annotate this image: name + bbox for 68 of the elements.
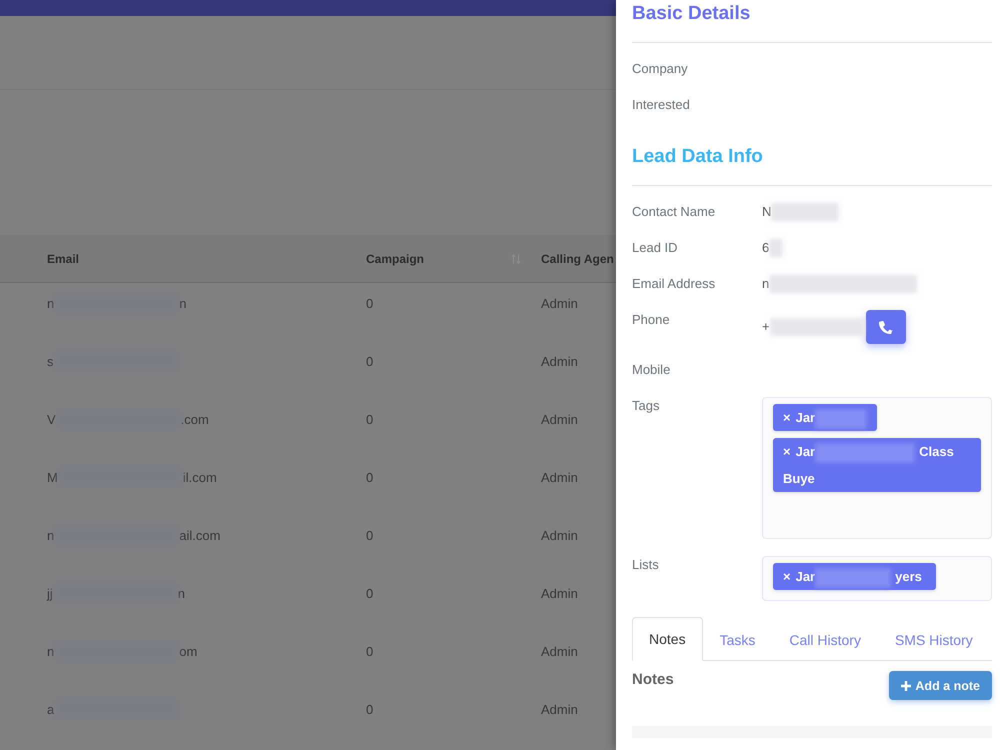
table-cell: Admin bbox=[541, 702, 578, 716]
table-cell: Admin bbox=[541, 296, 578, 310]
field-value: 6 bbox=[762, 239, 770, 257]
table-cell: 0 bbox=[366, 528, 374, 542]
email-text: om bbox=[179, 644, 198, 658]
remove-button[interactable]: × bbox=[783, 410, 791, 425]
section-heading: Basic Details bbox=[632, 2, 750, 26]
field-value: N bbox=[762, 203, 772, 221]
tag-input-field[interactable]: × Jar × Jar Class Buye bbox=[762, 397, 992, 539]
tag-text: Jar bbox=[796, 569, 816, 584]
field-label: Lists bbox=[632, 556, 659, 574]
email-text: n bbox=[47, 644, 54, 658]
table-cell: 0 bbox=[366, 354, 374, 368]
remove-button[interactable]: × bbox=[783, 569, 791, 584]
tag-text: yers bbox=[895, 568, 922, 586]
tab[interactable]: Tasks bbox=[702, 617, 772, 661]
tab[interactable]: Call History bbox=[772, 617, 878, 661]
column-header: Email bbox=[47, 252, 80, 266]
field-value: + bbox=[762, 318, 770, 336]
table-cell: 0 bbox=[366, 644, 374, 658]
email-text: n bbox=[178, 586, 186, 600]
tab[interactable]: Notes bbox=[632, 617, 703, 661]
table-cell: 0 bbox=[366, 296, 374, 310]
email-text: a bbox=[47, 702, 54, 716]
add-note-button[interactable]: Add a note bbox=[889, 671, 992, 700]
notes-heading: Notes bbox=[632, 671, 674, 689]
field-label: Phone bbox=[632, 311, 670, 329]
tag-text: Class bbox=[919, 443, 954, 461]
tag-text: Jar bbox=[796, 444, 816, 459]
table-cell: 0 bbox=[366, 702, 374, 716]
field-value: n bbox=[762, 275, 770, 293]
table-cell: Admin bbox=[541, 412, 578, 426]
field-label: Tags bbox=[632, 397, 660, 415]
table-cell: 0 bbox=[366, 412, 374, 426]
email-text: n bbox=[47, 296, 54, 310]
table-cell: 0 bbox=[366, 470, 374, 484]
table-cell: Admin bbox=[541, 528, 578, 542]
field-label: Lead ID bbox=[632, 239, 678, 257]
email-text: .com bbox=[180, 412, 209, 426]
plus-icon bbox=[901, 680, 912, 690]
field-label: Mobile bbox=[632, 361, 670, 379]
field-label: Email Address bbox=[632, 275, 716, 293]
column-header: Calling Agen bbox=[541, 252, 614, 266]
call-button[interactable] bbox=[866, 310, 906, 344]
field-label: Interested bbox=[632, 96, 690, 114]
phone-icon bbox=[878, 320, 893, 334]
table-cell: 0 bbox=[366, 586, 374, 600]
tag-text: Buye bbox=[783, 470, 815, 488]
tag-input-field[interactable]: × Jar yers bbox=[762, 556, 992, 601]
remove-button[interactable]: × bbox=[783, 444, 791, 459]
email-text: n bbox=[47, 528, 54, 542]
email-text: n bbox=[179, 296, 186, 310]
table-cell: Admin bbox=[541, 644, 578, 658]
table-cell: Admin bbox=[541, 470, 578, 484]
email-text: il.com bbox=[182, 470, 217, 484]
column-header: Campaign bbox=[366, 252, 424, 266]
table-cell: Admin bbox=[541, 354, 578, 368]
tab[interactable]: SMS History bbox=[878, 617, 990, 661]
email-text: jj bbox=[47, 586, 53, 600]
tag-text: Jar bbox=[796, 410, 816, 425]
email-text: ail.com bbox=[179, 528, 220, 542]
field-label: Company bbox=[632, 60, 688, 78]
field-label: Contact Name bbox=[632, 203, 716, 221]
email-text: s bbox=[47, 354, 54, 368]
section-heading: Lead Data Info bbox=[632, 145, 763, 169]
table-cell: Admin bbox=[541, 586, 578, 600]
email-text: V bbox=[47, 412, 56, 426]
email-text: M bbox=[47, 470, 58, 484]
